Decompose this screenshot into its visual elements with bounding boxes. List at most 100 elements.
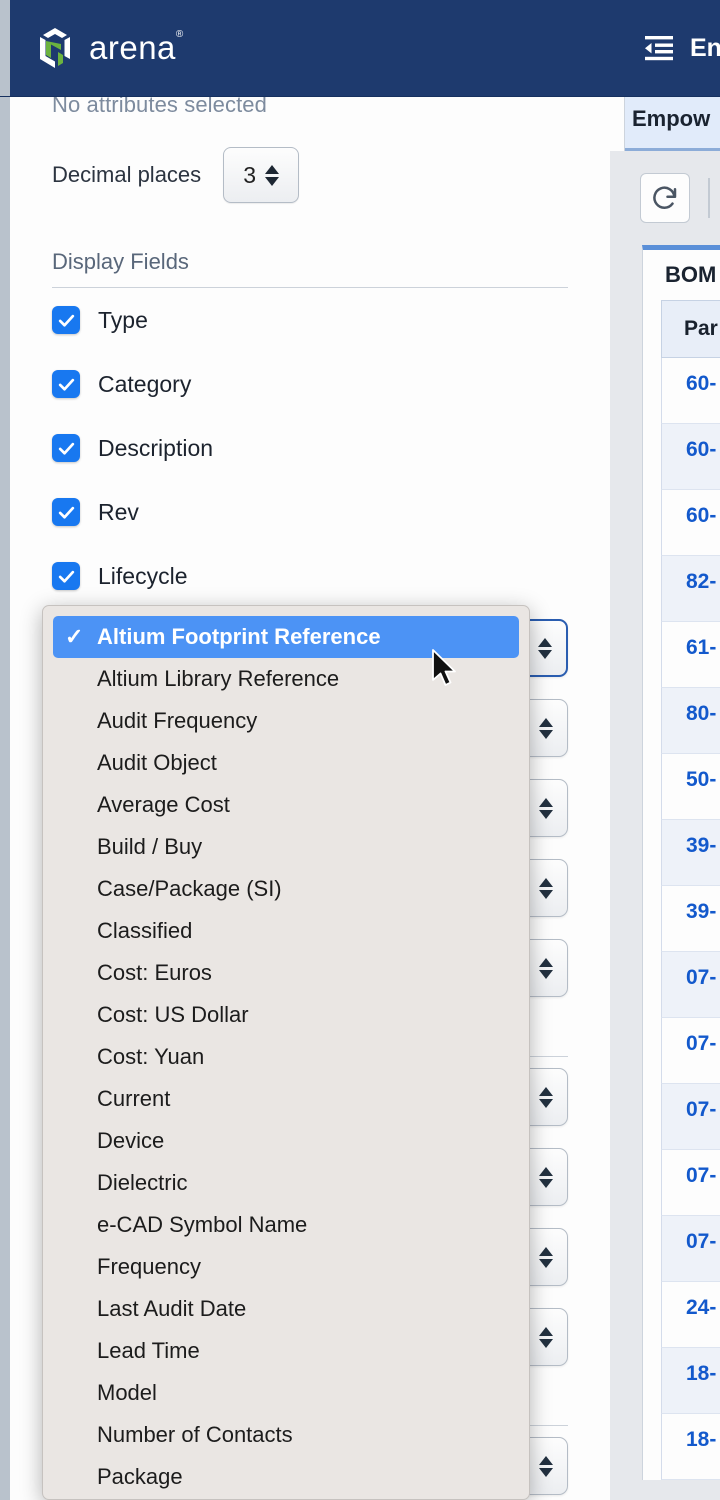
- table-row[interactable]: 60-: [661, 424, 720, 490]
- check-icon: ✓: [65, 624, 84, 649]
- table-row[interactable]: 39-: [661, 886, 720, 952]
- table-row[interactable]: 24-: [661, 1282, 720, 1348]
- decimal-places-label: Decimal places: [52, 162, 202, 187]
- brand-logo[interactable]: arena®: [34, 25, 184, 71]
- display-field-description[interactable]: Description: [52, 416, 568, 480]
- dropdown-option[interactable]: Audit Object: [43, 742, 529, 784]
- table-row[interactable]: 82-: [661, 556, 720, 622]
- checkbox-checked-icon[interactable]: [52, 434, 80, 462]
- decimal-places-stepper[interactable]: 3: [223, 147, 300, 203]
- chevron-updown-icon: [539, 1086, 553, 1108]
- app-header: arena® En: [0, 0, 720, 97]
- display-field-category[interactable]: Category: [52, 352, 568, 416]
- chevron-updown-icon: [539, 957, 553, 979]
- dropdown-option[interactable]: Cost: Yuan: [43, 1036, 529, 1078]
- chevron-updown-icon: [539, 1326, 553, 1348]
- table-row[interactable]: 07-: [661, 1018, 720, 1084]
- dropdown-option[interactable]: Number of Contacts: [43, 1414, 529, 1456]
- table-row[interactable]: 39-: [661, 820, 720, 886]
- bom-toolbar: [610, 151, 720, 245]
- dropdown-option-label: Number of Contacts: [97, 1422, 293, 1447]
- checkbox-checked-icon[interactable]: [52, 370, 80, 398]
- dropdown-option[interactable]: e-CAD Symbol Name: [43, 1204, 529, 1246]
- dropdown-option-label: Audit Object: [97, 750, 217, 775]
- table-row[interactable]: 61-: [661, 622, 720, 688]
- attribute-dropdown-popup[interactable]: ✓ Altium Footprint Reference Altium Libr…: [42, 605, 530, 1500]
- table-row[interactable]: 07-: [661, 1084, 720, 1150]
- decimal-places-value: 3: [243, 161, 257, 188]
- display-field-label: Type: [98, 306, 148, 333]
- dropdown-option-label: Build / Buy: [97, 834, 203, 859]
- display-field-type[interactable]: Type: [52, 288, 568, 352]
- table-row[interactable]: 07-: [661, 952, 720, 1018]
- dropdown-option[interactable]: Package: [43, 1456, 529, 1498]
- table-row[interactable]: 07-: [661, 1150, 720, 1216]
- environment-label[interactable]: En: [690, 34, 720, 63]
- dropdown-option[interactable]: Audit Frequency: [43, 700, 529, 742]
- checkbox-checked-icon[interactable]: [52, 498, 80, 526]
- dropdown-option-label: Frequency: [97, 1254, 201, 1279]
- table-row[interactable]: 60-: [661, 358, 720, 424]
- refresh-icon: [653, 186, 677, 209]
- chevron-updown-icon: [538, 637, 552, 659]
- stepper-arrows-icon[interactable]: [265, 164, 280, 186]
- dropdown-option-label: Altium Footprint Reference: [97, 624, 381, 649]
- checkbox-checked-icon[interactable]: [52, 562, 80, 590]
- dropdown-option-label: Device: [97, 1128, 165, 1153]
- dropdown-option-label: Cost: Euros: [97, 960, 212, 985]
- display-field-lifecycle[interactable]: Lifecycle: [52, 544, 568, 608]
- dropdown-option-label: Classified: [97, 918, 193, 943]
- table-row[interactable]: 80-: [661, 688, 720, 754]
- bom-card: BOM Par 60- 60- 60- 82- 61- 80- 50- 39- …: [642, 245, 720, 1480]
- dropdown-option[interactable]: Last Audit Date: [43, 1288, 529, 1330]
- toolbar-divider: [708, 178, 710, 218]
- dropdown-option[interactable]: Average Cost: [43, 784, 529, 826]
- dropdown-option[interactable]: Lead Time: [43, 1330, 529, 1372]
- dropdown-option[interactable]: Device: [43, 1120, 529, 1162]
- collapse-sidebar-icon[interactable]: [642, 33, 676, 63]
- bom-content-panel: Empow BOM Par 60- 60- 60- 82- 61- 80- 50…: [610, 89, 720, 1500]
- display-field-label: Category: [98, 370, 192, 397]
- dropdown-option[interactable]: Frequency: [43, 1246, 529, 1288]
- arena-hexagon-logo-icon: [40, 28, 70, 68]
- dropdown-option[interactable]: Model: [43, 1372, 529, 1414]
- refresh-button[interactable]: [640, 173, 690, 223]
- dropdown-option[interactable]: Cost: Euros: [43, 952, 529, 994]
- table-row[interactable]: 60-: [661, 490, 720, 556]
- dropdown-option[interactable]: Dielectric: [43, 1162, 529, 1204]
- bom-heading: BOM: [665, 262, 717, 287]
- chevron-updown-icon: [539, 1166, 553, 1188]
- table-row[interactable]: 18-: [661, 1414, 720, 1480]
- dropdown-option-label: Altium Library Reference: [97, 666, 340, 691]
- dropdown-option-label: Case/Package (SI): [97, 876, 282, 901]
- brand-name: arena®: [89, 29, 184, 66]
- dropdown-option-label: Dielectric: [97, 1170, 188, 1195]
- checkbox-checked-icon[interactable]: [52, 306, 80, 334]
- dropdown-option-label: Current: [97, 1086, 171, 1111]
- dropdown-option[interactable]: Classified: [43, 910, 529, 952]
- dropdown-option-label: Package: [97, 1464, 183, 1489]
- column-header-part-number[interactable]: Par: [661, 300, 720, 358]
- dropdown-option-label: Last Audit Date: [97, 1296, 247, 1321]
- dropdown-option-selected[interactable]: ✓ Altium Footprint Reference: [53, 616, 519, 658]
- dropdown-option-label: e-CAD Symbol Name: [97, 1212, 308, 1237]
- dropdown-option[interactable]: Altium Library Reference: [43, 658, 529, 700]
- table-row[interactable]: 18-: [661, 1348, 720, 1414]
- dropdown-option-label: Audit Frequency: [97, 708, 258, 733]
- display-field-label: Rev: [98, 498, 139, 525]
- chevron-updown-icon: [539, 1455, 553, 1477]
- dropdown-option[interactable]: Build / Buy: [43, 826, 529, 868]
- chevron-updown-icon: [539, 797, 553, 819]
- display-field-rev[interactable]: Rev: [52, 480, 568, 544]
- table-row[interactable]: 50-: [661, 754, 720, 820]
- chevron-updown-icon: [539, 717, 553, 739]
- chevron-updown-icon: [539, 877, 553, 899]
- header-right-group: En: [642, 0, 720, 96]
- dropdown-option-label: Model: [97, 1380, 157, 1405]
- dropdown-option[interactable]: Cost: US Dollar: [43, 994, 529, 1036]
- dropdown-option[interactable]: Current: [43, 1078, 529, 1120]
- display-fields-heading: Display Fields: [52, 249, 568, 288]
- table-row[interactable]: 07-: [661, 1216, 720, 1282]
- dropdown-option[interactable]: Case/Package (SI): [43, 868, 529, 910]
- tab-empower[interactable]: Empow: [632, 106, 710, 132]
